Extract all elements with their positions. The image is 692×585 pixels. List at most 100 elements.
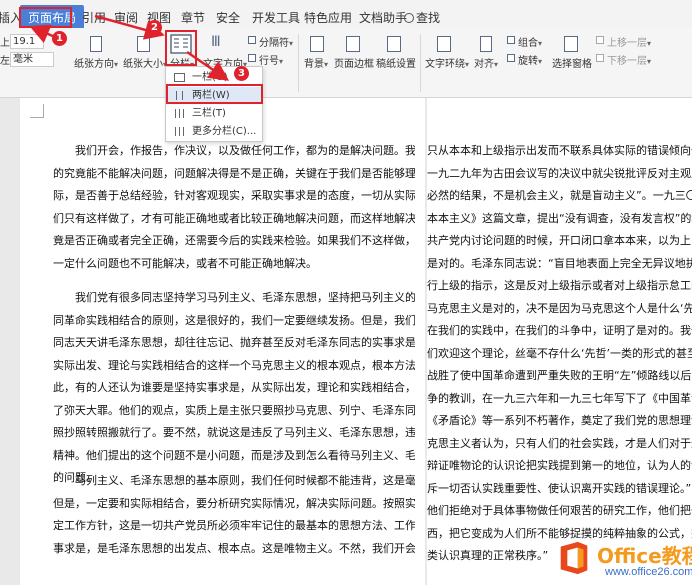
section-break-icon (248, 36, 256, 44)
background-label: 背景 (304, 59, 324, 70)
paper-size-button[interactable]: 纸张大小▾ (123, 55, 167, 70)
highlight-columns-button (165, 30, 197, 66)
highlight-page-layout-tab (19, 7, 72, 28)
group-label: 组合 (518, 38, 538, 49)
highlight-two-columns-item (166, 84, 263, 104)
page-corner-mark (30, 104, 44, 118)
columns-dropdown-menu: 一栏(O) 两栏(W) 三栏(T) 更多分栏(C)... (165, 66, 263, 142)
align-label: 对齐 (474, 59, 494, 70)
group-button[interactable]: 组合▾ (518, 34, 542, 49)
rotate-icon (507, 54, 515, 62)
paper-size-label: 纸张大小 (123, 59, 163, 70)
tab-security[interactable]: 安全 (216, 9, 240, 26)
manuscript-button[interactable]: 稿纸设置 (376, 55, 416, 70)
line-number-button[interactable]: 行号▾ (259, 52, 283, 67)
text-line: 共产党内讨论问题的时候，开口闭口拿本本来，以为上了书的 (427, 234, 692, 247)
text-line: 同志天天讲毛泽东思想，却往往忘记、抛弃甚至反对毛泽东同志的实事求是、一切从 (53, 336, 415, 349)
watermark-brand: Office教程网 (597, 544, 692, 568)
text-line: 是对的。毛泽东同志说：“盲目地表面上完全无异议地执行上级的 (427, 256, 692, 270)
step-badge-3: 3 (234, 66, 249, 81)
tab-review[interactable]: 审阅 (114, 9, 138, 26)
page-border-button[interactable]: 页面边框 (334, 55, 374, 70)
line-number-icon (248, 54, 256, 62)
section-break-button[interactable]: 分隔符▾ (259, 34, 293, 49)
text-line: 照抄照转照搬就行了。要不然，就说这是违反了马列主义、毛泽东思想，违反了中央 (53, 426, 415, 439)
watermark: Office教程网 www.office26.com (555, 533, 692, 585)
text-line: 战胜了使中国革命遭到严重失败的王明“左”倾路线以后，毛 (427, 369, 692, 382)
section-break-label: 分隔符 (259, 38, 289, 49)
one-column-label: 一栏(O) (192, 72, 228, 83)
tab-section[interactable]: 章节 (181, 9, 205, 26)
text-line: 我们开会，作报告，作决议，以及做任何工作，都为的是解决问题。我们说的做 (75, 144, 415, 157)
text-line: 了弥天大罪。他们的观点，实质上是主张只要照抄马克思、列宁、毛泽东同志的原话， (53, 403, 415, 417)
watermark-url: www.office26.com (605, 566, 692, 578)
wrap-text-icon (437, 36, 451, 52)
text-line: 只从本本和上级指示出发而不联系具体实际的错误倾向作坚 (427, 144, 692, 157)
text-line: 马克思主义是对的，决不是因为马克思这个人是什么‘先哲’ (427, 301, 692, 315)
paragraph-3: 马列主义、毛泽东思想的基本原则，我们任何时候都不能违背，这是毫无疑义的。但是，一… (53, 470, 415, 560)
tab-doc-helper[interactable]: 文档助手 (359, 9, 407, 26)
document-page-right[interactable]: 只从本本和上级指示出发而不联系具体实际的错误倾向作坚 一九二九年为古田会议写的决议… (427, 98, 692, 585)
text-line: 马列主义、毛泽东思想的基本原则，我们任何时候都不能违背，这是毫无疑义的。 (75, 474, 415, 487)
paragraph-1: 我们开会，作报告，作决议，以及做任何工作，都为的是解决问题。我们说的做的究竟能不… (53, 140, 415, 275)
orientation-button[interactable]: 纸张方向▾ (74, 55, 118, 70)
paper-size-icon (137, 36, 150, 52)
page-border-icon (346, 36, 360, 52)
tab-dev-tools[interactable]: 开发工具 (252, 9, 300, 26)
send-backward-label: 下移一层 (607, 56, 647, 67)
text-line: 同革命实践相结合的原则，这是很好的，我们一定要继续发扬。但是，我们也有一些 (53, 313, 415, 327)
text-line: 定工作方针，这是一切共产党员所必须牢牢记住的最基本的思想方法、工作方法。实 (53, 519, 415, 532)
margin-top-field[interactable]: 19.1 (10, 34, 44, 49)
menu-item-more-columns[interactable]: 更多分栏(C)... (166, 123, 262, 140)
text-line: 此，有的人还认为谁要是坚持实事求是，从实际出发，理论和实践相结合，谁就是犯 (53, 381, 415, 394)
text-line: 在我们的实践中，在我们的斗争中，证明了是对的。我们的斗 (427, 324, 692, 337)
divider (298, 34, 299, 92)
background-button[interactable]: 背景▾ (304, 55, 328, 70)
paragraph-2: 我们党有很多同志坚持学习马列主义、毛泽东思想，坚持把马列主义的普遍真理同革命实践… (53, 287, 415, 490)
text-line: 但是，一定要和实际相结合，要分析研究实际情况，解决实际问题。按照实际情况决 (53, 496, 415, 510)
text-line: 们只有这样做了，才有可能正确地或者比较正确地解决问题，而这样地解决问题，究 (53, 211, 415, 225)
text-line: 精神。他们提出的这个问题不是小问题，而是涉及到怎么看待马列主义、毛泽东思想 (53, 448, 415, 462)
step-badge-1: 1 (52, 31, 67, 46)
bring-forward-button[interactable]: 上移一层▾ (607, 34, 651, 49)
bring-forward-label: 上移一层 (607, 38, 647, 49)
text-line: 《矛盾论》等一系列不朽著作，奠定了我们党的思想理论基础 (427, 414, 692, 427)
select-pane-icon (564, 36, 578, 52)
text-line: 一定什么问题也不可能解决，或者不可能正确地解决。 (53, 256, 317, 270)
orientation-icon (90, 36, 102, 52)
text-line: 的究竟能不能解决问题，问题解决得是不是正确，关键在于我们是否能够理论联系实 (53, 166, 415, 180)
search-button[interactable]: 查找 (404, 9, 440, 26)
text-line: 本本主义》这篇文章，提出“没有调查，没有发言权”的科 (427, 211, 692, 225)
manuscript-icon (387, 36, 401, 52)
paragraph-right: 只从本本和上级指示出发而不联系具体实际的错误倾向作坚 一九二九年为古田会议写的决议… (427, 140, 692, 568)
wrap-text-button[interactable]: 文字环绕▾ (425, 55, 469, 70)
background-icon (310, 36, 324, 52)
text-direction-icon: Ⅲ (211, 34, 221, 50)
send-backward-icon (596, 54, 604, 62)
ribbon-toolbar: 上: 19.1 左: 毫米 纸张方向▾ 纸张大小▾ 分栏▾ Ⅲ 文字方向▾ 分隔… (0, 28, 692, 98)
text-line: 克思主义者认为，只有人们的社会实践，才是人们对于外界认 (427, 436, 692, 450)
orientation-label: 纸张方向 (74, 59, 114, 70)
send-backward-button[interactable]: 下移一层▾ (607, 52, 651, 67)
text-line: 行上级的指示，这是反对上级指示或者对上级指示怠工的最妙 (427, 279, 692, 292)
tab-features[interactable]: 特色应用 (304, 9, 352, 26)
text-line: 事求是，是毛泽东思想的出发点、根本点。这是唯物主义。不然，我们开会就只能讲 (53, 541, 415, 555)
text-line: 争的教训，在一九三六年和一九三七年写下了《中国革命战争 (427, 391, 692, 405)
step-badge-2: 2 (147, 20, 162, 35)
align-button[interactable]: 对齐▾ (474, 55, 498, 70)
margin-unit-field[interactable]: 毫米 (10, 52, 54, 67)
text-line: 际，是否善于总结经验，针对客观现实，采取实事求是的态度，一切从实际出发。我 (53, 189, 415, 202)
divider (420, 34, 421, 92)
text-line: 一九二九年为古田会议写的决议中就尖锐批评反对主观主义 (427, 166, 692, 180)
text-line: 实际出发、理论与实践相结合的这样一个马克思主义的根本观点，根本方法。不但如 (53, 358, 415, 372)
menu-item-three-columns[interactable]: 三栏(T) (166, 105, 262, 122)
align-icon (480, 36, 492, 52)
search-icon (404, 13, 414, 23)
document-page-left[interactable]: 我们开会，作报告，作决议，以及做任何工作，都为的是解决问题。我们说的做的究竟能不… (20, 98, 425, 585)
text-line: 竟是否正确或者完全正确，还需要今后的实践来检验。如果我们不这样做，那我们就 (53, 234, 415, 247)
rotate-button[interactable]: 旋转▾ (518, 52, 542, 67)
select-pane-button[interactable]: 选择窗格 (552, 55, 592, 70)
tab-reference[interactable]: 引用 (82, 9, 106, 26)
three-columns-label: 三栏(T) (192, 108, 226, 119)
text-line: 辩证唯物论的认识论把实践提到第一的地位，认为人的认识一 (427, 459, 692, 472)
